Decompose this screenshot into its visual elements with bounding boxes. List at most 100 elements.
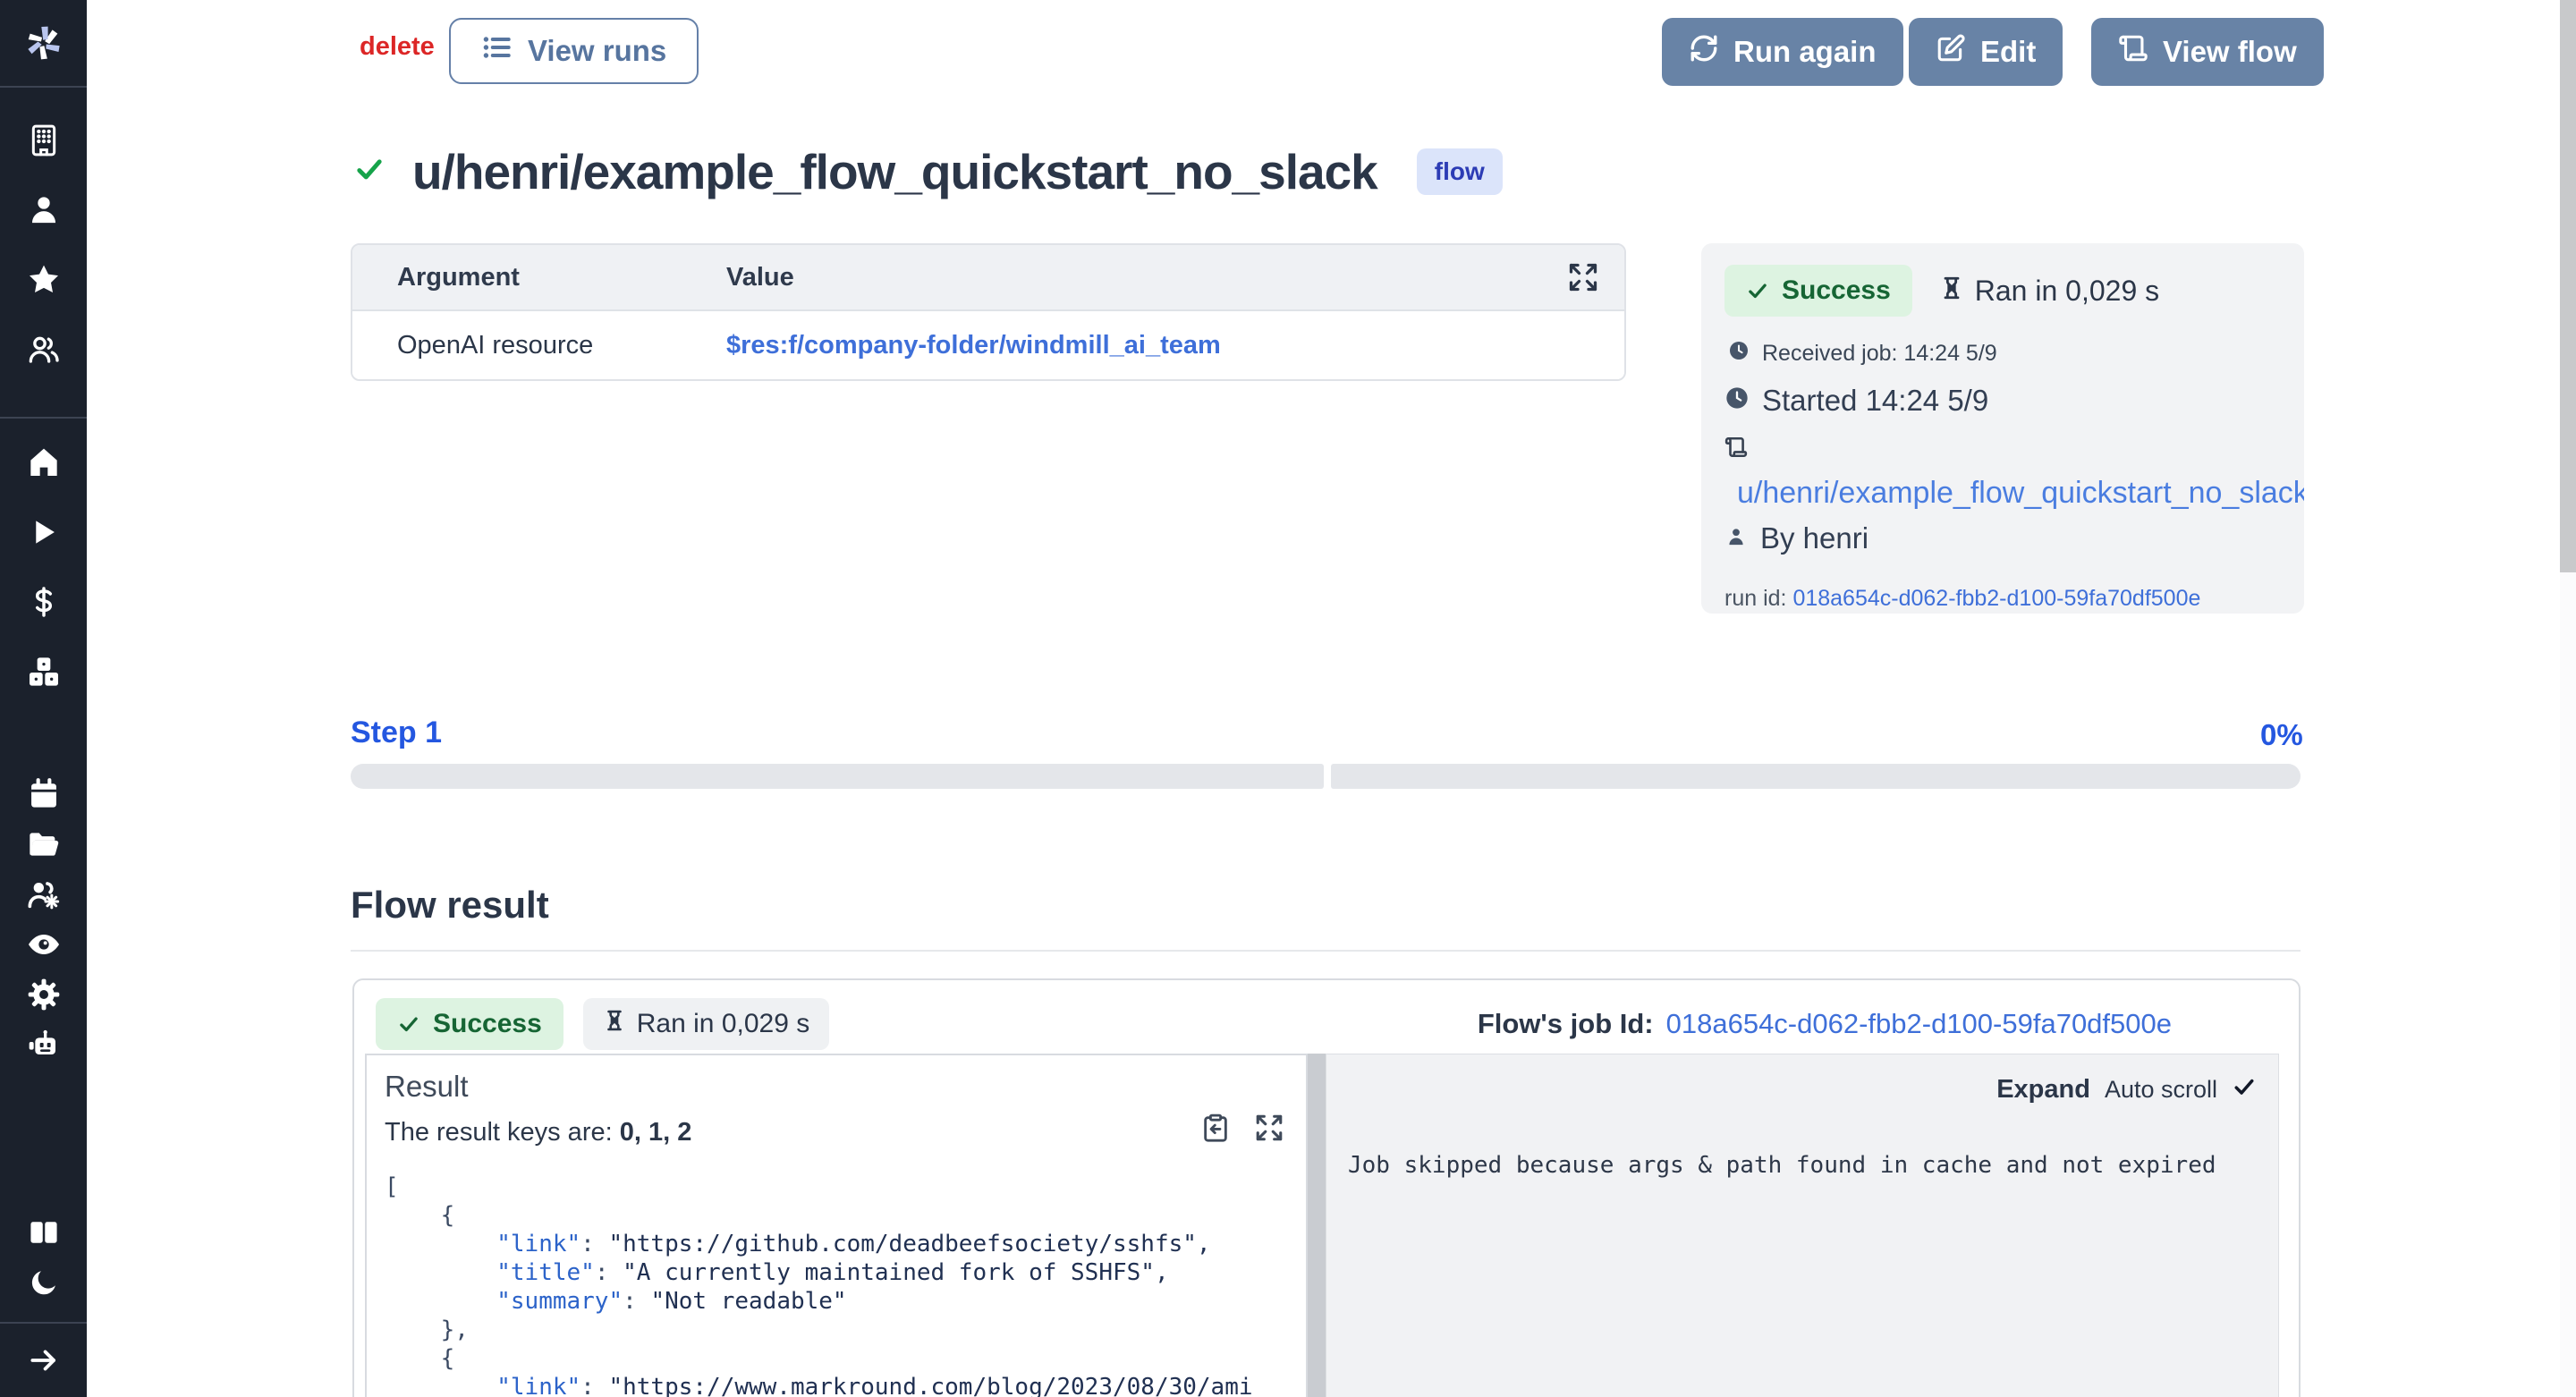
home-icon (26, 444, 62, 480)
sidebar-expand-button[interactable] (0, 1324, 87, 1397)
flow-job-id-link[interactable]: 018a654c-d062-fbb2-d100-59fa70df500e (1666, 1008, 2172, 1040)
result-json[interactable]: [ { "link": "https://github.com/deadbeef… (385, 1173, 1288, 1397)
users-icon (26, 332, 62, 368)
value-column-header: Value (726, 263, 1624, 292)
result-keys-line: The result keys are: 0, 1, 2 (385, 1118, 1288, 1147)
sidebar-item-favorites[interactable] (0, 245, 87, 315)
dollar-icon (27, 585, 61, 619)
robot-icon (26, 1027, 62, 1063)
eye-icon (26, 927, 62, 962)
run-info-panel: Success Ran in 0,029 s Received j (1701, 243, 2304, 614)
status-badge-label: Success (1782, 275, 1891, 306)
auto-scroll-toggle[interactable]: Auto scroll (2105, 1076, 2217, 1104)
sidebar-item-settings[interactable] (0, 969, 87, 1020)
hourglass-icon (1939, 275, 1964, 308)
user-icon (26, 192, 62, 228)
log-text: Job skipped because args & path found in… (1348, 1152, 2257, 1179)
received-job-label: Received job: 14:24 5/9 (1762, 341, 1997, 367)
sidebar-item-variables[interactable] (0, 567, 87, 637)
sidebar-item-runs[interactable] (0, 497, 87, 567)
gear-icon (26, 977, 62, 1012)
clock-icon (1724, 384, 1750, 418)
sidebar-item-dark-mode[interactable] (0, 1257, 87, 1308)
folder-open-icon (26, 826, 62, 862)
run-again-button[interactable]: Run again (1662, 18, 1903, 86)
delete-button[interactable]: delete (360, 32, 435, 62)
result-keys-label: The result keys are: (385, 1118, 620, 1147)
flow-job-id-line: Flow's job Id: 018a654c-d062-fbb2-d100-5… (1478, 1008, 2172, 1040)
view-runs-button[interactable]: View runs (449, 18, 699, 84)
moon-icon (28, 1266, 60, 1299)
created-by-label: By henri (1760, 521, 1868, 555)
sidebar-item-home[interactable] (0, 428, 87, 497)
scrollbar-thumb[interactable] (2560, 0, 2576, 572)
sidebar-item-resources[interactable] (0, 637, 87, 707)
users-gear-icon (26, 876, 62, 912)
success-check-icon (353, 153, 386, 191)
status-badge-label: Success (433, 1009, 542, 1039)
flow-result-card: Success Ran in 0,029 s Flow's job Id: 01… (352, 978, 2301, 1397)
main-content: delete View runs Run again (87, 0, 2576, 1397)
log-header: Expand Auto scroll (1348, 1074, 2257, 1105)
flow-progress-bar (351, 764, 2301, 789)
started-label: Started 14:24 5/9 (1762, 384, 1988, 418)
started-line: Started 14:24 5/9 (1724, 384, 2281, 418)
step-progress-percent: 0% (2260, 718, 2301, 752)
check-icon[interactable] (2232, 1074, 2257, 1105)
arrow-right-icon (27, 1343, 61, 1377)
sidebar-item-groups[interactable] (0, 315, 87, 385)
duration-chip: Ran in 0,029 s (583, 998, 829, 1050)
flow-path-link[interactable]: u/henri/example_flow_quickstart_no_slack (1737, 476, 2304, 510)
sidebar-divider (0, 417, 87, 419)
title-row: u/henri/example_flow_quickstart_no_slack… (353, 143, 1503, 200)
sidebar-item-workers[interactable] (0, 869, 87, 919)
edit-button[interactable]: Edit (1909, 18, 2063, 86)
result-title: Result (385, 1070, 1288, 1104)
run-id-link[interactable]: 018a654c-d062-fbb2-d100-59fa70df500e (1792, 586, 2200, 611)
step-1-link[interactable]: Step 1 (351, 715, 442, 750)
expand-icon[interactable] (1567, 261, 1599, 301)
duration-text: Ran in 0,029 s (1939, 275, 2159, 308)
sidebar (0, 0, 87, 1397)
sidebar-item-folders[interactable] (0, 819, 87, 869)
received-job-line: Received job: 14:24 5/9 (1728, 340, 2281, 368)
edit-pencil-icon (1936, 33, 1966, 71)
star-icon (26, 262, 62, 298)
result-panel: Result The result keys are: 0, 1, 2 (365, 1054, 1308, 1397)
calendar-icon (27, 777, 61, 811)
run-again-label: Run again (1733, 35, 1877, 69)
list-icon (481, 31, 513, 71)
resource-link[interactable]: $res:f/company-folder/windmill_ai_team (726, 331, 1221, 360)
sidebar-item-audit[interactable] (0, 919, 87, 969)
view-flow-label: View flow (2163, 35, 2297, 69)
status-badge: Success (376, 998, 564, 1050)
flow-job-id-label: Flow's job Id: (1478, 1008, 1654, 1040)
sidebar-item-user[interactable] (0, 175, 87, 245)
log-panel: Expand Auto scroll Job skipped because a… (1326, 1054, 2279, 1397)
table-row: OpenAI resource $res:f/company-folder/wi… (352, 311, 1624, 379)
result-keys-values: 0, 1, 2 (620, 1118, 692, 1147)
app-root: delete View runs Run again (0, 0, 2576, 1397)
expand-icon[interactable] (1254, 1113, 1284, 1147)
sidebar-item-workspace[interactable] (0, 106, 87, 175)
sidebar-item-schedules[interactable] (0, 769, 87, 819)
sidebar-item-docs[interactable] (0, 1207, 87, 1257)
arguments-table: Argument Value OpenAI resource $res:f/co… (351, 243, 1626, 381)
run-id-label: run id: (1724, 586, 1792, 611)
log-expand-button[interactable]: Expand (1996, 1075, 2090, 1105)
user-icon (1724, 521, 1748, 555)
book-icon (27, 1215, 61, 1249)
argument-column-header: Argument (352, 263, 726, 292)
arguments-table-header: Argument Value (352, 245, 1624, 311)
progress-segment-2 (1331, 764, 2301, 789)
clock-icon (1728, 340, 1750, 368)
panel-resize-handle[interactable] (1308, 1054, 1326, 1397)
sidebar-divider (0, 86, 87, 88)
copy-icon[interactable] (1200, 1113, 1231, 1147)
windmill-logo-icon[interactable] (0, 0, 87, 86)
edit-label: Edit (1980, 35, 2036, 69)
boxes-icon (26, 654, 62, 690)
view-flow-button[interactable]: View flow (2091, 18, 2324, 86)
scrollbar-track[interactable] (2560, 0, 2576, 1397)
sidebar-item-ai[interactable] (0, 1020, 87, 1070)
